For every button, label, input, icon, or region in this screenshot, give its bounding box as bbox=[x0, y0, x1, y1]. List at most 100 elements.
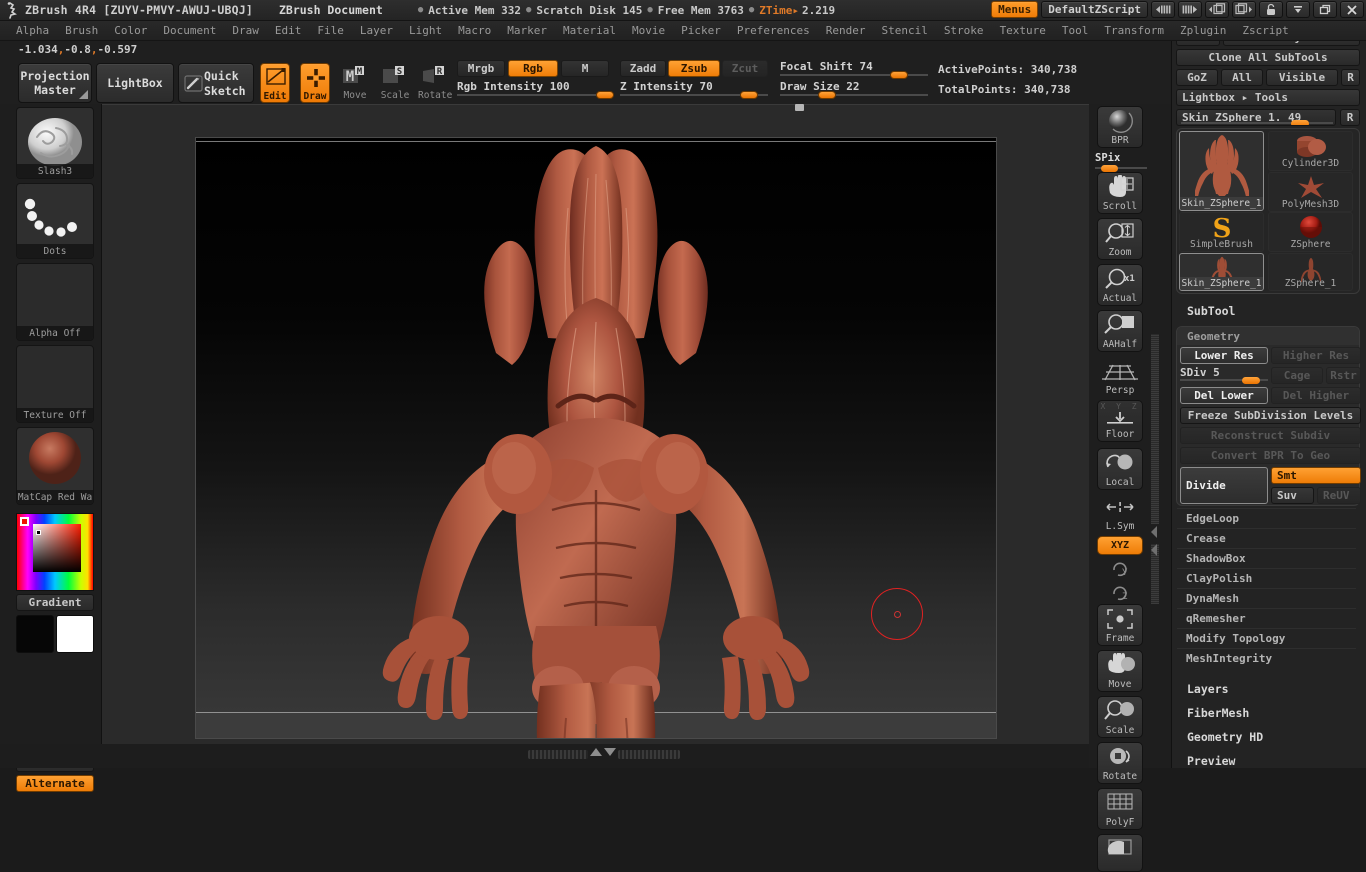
menu-item-zplugin[interactable]: Zplugin bbox=[1172, 22, 1234, 39]
menu-item-layer[interactable]: Layer bbox=[352, 22, 401, 39]
rotate-view-button[interactable]: Rotate bbox=[1097, 742, 1143, 784]
canvas-horizontal-scrollbar-left[interactable] bbox=[528, 750, 588, 759]
visible-button[interactable]: Visible bbox=[1266, 69, 1338, 86]
current-brush-slot[interactable]: Slash3 bbox=[16, 107, 94, 179]
section-claypolish[interactable]: ClayPolish bbox=[1177, 568, 1356, 588]
local-button[interactable]: Local bbox=[1097, 448, 1143, 490]
menu-item-texture[interactable]: Texture bbox=[992, 22, 1054, 39]
menu-item-preferences[interactable]: Preferences bbox=[729, 22, 818, 39]
slider-knob[interactable] bbox=[740, 91, 758, 99]
freeze-subdivision-levels-button[interactable]: Freeze SubDivision Levels bbox=[1180, 407, 1361, 424]
canvas-horizontal-scrollbar-right[interactable] bbox=[618, 750, 680, 759]
minimize-icon[interactable] bbox=[1286, 1, 1310, 18]
spix-slider[interactable]: SPix bbox=[1095, 152, 1147, 172]
lsym-button[interactable]: L.Sym bbox=[1097, 498, 1143, 534]
tool-slot-zsphere[interactable]: ZSphere bbox=[1268, 212, 1353, 252]
menu-item-material[interactable]: Material bbox=[555, 22, 624, 39]
current-tool-r-button[interactable]: R bbox=[1340, 109, 1360, 126]
section-dynamesh[interactable]: DynaMesh bbox=[1177, 588, 1356, 608]
prev-palette-button[interactable] bbox=[1205, 1, 1229, 18]
tool-slot-simplebrush[interactable]: S SimpleBrush bbox=[1179, 212, 1264, 252]
persp-button[interactable]: Persp bbox=[1097, 358, 1143, 398]
rotate-z-button[interactable]: Z bbox=[1097, 582, 1143, 604]
section-shadowbox[interactable]: ShadowBox bbox=[1177, 548, 1356, 568]
m-toggle[interactable]: M bbox=[561, 60, 609, 77]
menu-item-macro[interactable]: Macro bbox=[450, 22, 499, 39]
menu-item-render[interactable]: Render bbox=[818, 22, 874, 39]
material-slot[interactable]: MatCap Red Wa bbox=[16, 427, 94, 505]
zcut-toggle[interactable]: Zcut bbox=[722, 60, 768, 77]
menu-item-file[interactable]: File bbox=[309, 22, 352, 39]
alternate-button[interactable]: Alternate bbox=[16, 775, 94, 792]
menu-item-document[interactable]: Document bbox=[155, 22, 224, 39]
xyz-button[interactable]: XYZ bbox=[1097, 536, 1143, 555]
clone-all-subtools-button[interactable]: Clone All SubTools bbox=[1176, 49, 1360, 66]
menu-item-edit[interactable]: Edit bbox=[267, 22, 310, 39]
tool-slot-skin-zsphere-1[interactable]: Skin_ZSphere_1 bbox=[1179, 131, 1264, 211]
section-preview[interactable]: Preview bbox=[1187, 754, 1235, 768]
texture-slot[interactable]: Texture Off bbox=[16, 345, 94, 423]
projection-master-button[interactable]: Projection Master bbox=[18, 63, 92, 103]
scroll-button[interactable]: Scroll bbox=[1097, 172, 1143, 214]
suv-button[interactable]: Suv bbox=[1271, 487, 1314, 504]
tool-slot-zsphere-1[interactable]: ZSphere_1 bbox=[1268, 253, 1353, 291]
divide-button[interactable]: Divide bbox=[1180, 467, 1268, 504]
higher-res-button[interactable]: Higher Res bbox=[1271, 347, 1361, 364]
actual-button[interactable]: x1 Actual bbox=[1097, 264, 1143, 306]
section-layers[interactable]: Layers bbox=[1187, 682, 1229, 696]
section-geometry-hd[interactable]: Geometry HD bbox=[1187, 730, 1263, 744]
reuv-button[interactable]: ReUV bbox=[1317, 487, 1361, 504]
rstr-button[interactable]: Rstr bbox=[1326, 367, 1361, 384]
draw-button[interactable]: Draw bbox=[300, 63, 330, 103]
close-icon[interactable] bbox=[1340, 1, 1364, 18]
reconstruct-subdiv-button[interactable]: Reconstruct Subdiv bbox=[1180, 427, 1361, 444]
convert-bpr-to-geo-button[interactable]: Convert BPR To Geo bbox=[1180, 447, 1361, 464]
goz-button[interactable]: GoZ bbox=[1176, 69, 1218, 86]
canvas-area[interactable] bbox=[102, 104, 1089, 744]
main-color-swatch[interactable] bbox=[16, 615, 54, 653]
polyf-button[interactable]: PolyF bbox=[1097, 788, 1143, 830]
frame-button[interactable]: Frame bbox=[1097, 604, 1143, 646]
sdiv-slider[interactable]: SDiv 5 bbox=[1180, 366, 1268, 384]
lightbox-button[interactable]: LightBox bbox=[96, 63, 174, 103]
document-canvas[interactable] bbox=[196, 138, 996, 738]
bpr-button[interactable]: BPR bbox=[1097, 106, 1143, 148]
transp-button[interactable] bbox=[1097, 834, 1143, 872]
section-modify-topology[interactable]: Modify Topology bbox=[1177, 628, 1356, 648]
tool-slot-polymesh3d[interactable]: PolyMesh3D bbox=[1268, 172, 1353, 212]
scroll-down-icon[interactable] bbox=[604, 748, 616, 756]
gradient-button[interactable]: Gradient bbox=[16, 594, 94, 611]
del-lower-button[interactable]: Del Lower bbox=[1180, 387, 1268, 404]
goz-r-button[interactable]: R bbox=[1341, 69, 1360, 86]
canvas-vertical-scrollbar[interactable] bbox=[1151, 334, 1159, 524]
section-edgeloop[interactable]: EdgeLoop bbox=[1177, 508, 1356, 528]
quick-sketch-button[interactable]: Quick Sketch bbox=[178, 63, 254, 103]
shelf-resize-handle[interactable] bbox=[795, 104, 804, 111]
section-fibermesh[interactable]: FiberMesh bbox=[1187, 706, 1249, 720]
color-picker[interactable] bbox=[16, 513, 94, 591]
lock-icon[interactable] bbox=[1259, 1, 1283, 18]
menu-item-brush[interactable]: Brush bbox=[57, 22, 106, 39]
draw-size-slider[interactable]: Draw Size 22 bbox=[780, 80, 928, 99]
stroke-slot[interactable]: Dots bbox=[16, 183, 94, 259]
menu-item-alpha[interactable]: Alpha bbox=[8, 22, 57, 39]
scroll-left-button[interactable] bbox=[1151, 1, 1175, 18]
slider-knob[interactable] bbox=[890, 71, 908, 79]
rotate-y-button[interactable]: Y bbox=[1097, 558, 1143, 580]
menus-button[interactable]: Menus bbox=[991, 1, 1039, 18]
scroll-up-icon[interactable] bbox=[590, 748, 602, 756]
z-intensity-slider[interactable]: Z Intensity 70 bbox=[620, 80, 768, 99]
panel-collapse-arrow-icon[interactable] bbox=[1149, 524, 1159, 563]
edit-button[interactable]: Edit bbox=[260, 63, 290, 103]
tool-slot-skin-zsphere-1-alt[interactable]: Skin_ZSphere_1 bbox=[1179, 253, 1264, 291]
all-button[interactable]: All bbox=[1221, 69, 1263, 86]
lower-res-button[interactable]: Lower Res bbox=[1180, 347, 1268, 364]
current-tool-slider[interactable]: Skin_ZSphere_1. 49 bbox=[1176, 109, 1336, 126]
mrgb-toggle[interactable]: Mrgb bbox=[457, 60, 505, 77]
rgb-toggle[interactable]: Rgb bbox=[508, 60, 558, 77]
cage-button[interactable]: Cage bbox=[1271, 367, 1323, 384]
menu-item-tool[interactable]: Tool bbox=[1054, 22, 1097, 39]
menu-item-zscript[interactable]: Zscript bbox=[1234, 22, 1296, 39]
slider-knob[interactable] bbox=[1242, 377, 1260, 384]
zscript-button[interactable]: DefaultZScript bbox=[1041, 1, 1148, 18]
